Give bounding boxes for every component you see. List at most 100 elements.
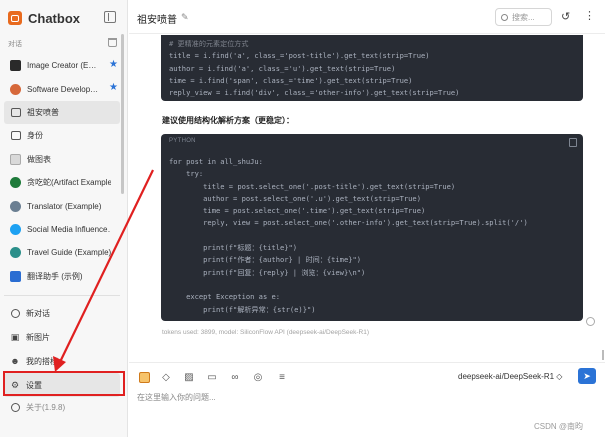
code-line: try:	[169, 169, 204, 179]
message-input[interactable]: 在这里输入你的问题...	[137, 392, 216, 403]
code-language-label: PYTHON	[169, 138, 196, 144]
code-lines: for post in all_shuJu: try: title = post…	[169, 156, 528, 316]
link-icon[interactable]: ∞	[229, 371, 241, 383]
conversation-item-translation-assistant[interactable]: 翻译助手 (示例)	[4, 265, 120, 288]
scroll-to-bottom-icon[interactable]	[586, 317, 595, 326]
conversation-label: Image Creator (E…	[27, 61, 97, 71]
code-line: reply_view = i.find('div', class_='other…	[169, 88, 460, 98]
conversation-item-identity[interactable]: 身份	[4, 124, 120, 147]
image-attach-icon[interactable]	[138, 371, 150, 383]
star-icon[interactable]: ★	[109, 60, 118, 70]
conversation-item-software-developer[interactable]: Software Develop… ★	[4, 77, 120, 100]
chart-avatar	[10, 153, 21, 165]
copy-code-icon[interactable]	[569, 138, 577, 147]
plus-circle-icon	[10, 308, 20, 318]
send-button[interactable]: ➤	[578, 368, 596, 384]
chat-header: 祖安喷普 ✎ 搜索... ↺ ⋮	[129, 0, 605, 34]
edit-title-icon[interactable]: ✎	[181, 12, 189, 23]
code-line: title = i.find('a', class_='post-title')…	[169, 51, 430, 61]
collapse-sidebar-icon[interactable]	[104, 11, 116, 23]
conversation-item-chart[interactable]: 做图表	[4, 148, 120, 171]
code-line: except Exception as e:	[169, 292, 281, 302]
snake-avatar	[10, 177, 21, 189]
main-scrollbar[interactable]	[602, 350, 604, 360]
conversation-label: Social Media Influence…	[27, 224, 111, 234]
sidebar-divider	[4, 295, 120, 296]
menu-label: 新对话	[26, 308, 50, 318]
conversation-item-snake[interactable]: 贪吃蛇(Artifact Example)	[4, 171, 120, 194]
new-chat-button[interactable]: 新对话	[4, 301, 120, 325]
search-placeholder: 搜索...	[512, 12, 535, 22]
about-label: 关于(1.9.8)	[26, 403, 66, 412]
conversation-label: 贪吃蛇(Artifact Example)	[27, 178, 111, 188]
conversation-list: Image Creator (E… ★ Software Develop… ★ …	[4, 54, 120, 288]
annotation-highlight-box	[3, 371, 125, 396]
conversation-label: 身份	[27, 131, 43, 141]
conversation-item-travel-guide[interactable]: Travel Guide (Example)	[4, 241, 120, 264]
code-line: author = post.select_one('.u').get_text(…	[169, 193, 421, 203]
conversation-label: Translator (Example)	[27, 201, 102, 211]
conversation-item-social-media[interactable]: Social Media Influence…	[4, 218, 120, 241]
clear-conversations-icon[interactable]	[108, 38, 117, 47]
code-line: for post in all_shuJu:	[169, 157, 263, 166]
code-line: # 更精准的元素定位方式	[169, 39, 249, 48]
settings-sliders-icon[interactable]: ≡	[276, 371, 288, 383]
model-selector[interactable]: deepseek-ai/DeepSeek-R1 ◇	[458, 372, 562, 381]
robot-icon: ☻	[10, 356, 20, 366]
folder-icon[interactable]: ▭	[206, 371, 218, 383]
conversation-label: 翻译助手 (示例)	[27, 271, 83, 281]
conversation-item-zuan[interactable]: 祖安喷普	[4, 100, 120, 125]
tokens-info: tokens used: 3899, model: SiliconFlow AP…	[162, 329, 370, 336]
chatbox-logo-icon	[8, 11, 22, 25]
code-line: time = post.select_one('.time').get_text…	[169, 206, 426, 216]
menu-label: 我的搭档	[26, 356, 58, 366]
chat-bubble-icon	[10, 131, 21, 141]
image-icon: ▣	[10, 331, 20, 342]
code-line: print(f"标题：{title}")	[169, 243, 298, 253]
chat-bubble-icon	[10, 107, 21, 117]
image-creator-avatar	[10, 60, 21, 72]
info-icon	[10, 403, 20, 413]
code-line: reply, view = post.select_one('.other-in…	[169, 218, 528, 228]
about-button[interactable]: 关于(1.9.8)	[10, 402, 65, 413]
conversation-label: 祖安喷普	[27, 107, 59, 117]
brand: Chatbox	[8, 8, 120, 28]
menu-label: 新图片	[26, 332, 50, 342]
my-copilots-button[interactable]: ☻ 我的搭档	[4, 349, 120, 373]
conversation-item-translator[interactable]: Translator (Example)	[4, 194, 120, 217]
code-line: print(f"回复：{reply} | 浏览：{view}\n")	[169, 267, 366, 277]
software-developer-avatar	[10, 83, 21, 95]
code-line: time = i.find('span', class_='time').get…	[169, 75, 413, 85]
search-icon	[501, 13, 508, 21]
code-line: print(f"解析异常：{str(e)}")	[169, 304, 316, 314]
code-line: author = i.find('a', class_='u').get_tex…	[169, 63, 396, 73]
watermark: CSDN @南昀	[534, 422, 584, 431]
new-image-button[interactable]: ▣ 新图片	[4, 325, 120, 349]
travel-avatar	[10, 247, 21, 259]
sidebar-scrollbar[interactable]	[121, 34, 124, 194]
code-lines: # 更精准的元素定位方式 title = i.find('a', class_=…	[169, 38, 459, 99]
globe-icon[interactable]: ◎	[252, 371, 264, 383]
translator-avatar	[10, 200, 21, 212]
app-name: Chatbox	[28, 10, 80, 26]
twitter-avatar	[10, 223, 21, 235]
send-icon: ➤	[583, 370, 591, 381]
suggestion-heading: 建议使用结构化解析方案（更稳定）：	[162, 116, 294, 125]
more-options-icon[interactable]: ⋮	[584, 9, 595, 22]
code-block-python: PYTHON for post in all_shuJu: try: title…	[161, 134, 583, 321]
conversation-label: Travel Guide (Example)	[27, 248, 111, 258]
conversation-label: Software Develop…	[27, 84, 99, 94]
conversations-section-label: 对话	[8, 41, 22, 48]
code-line: title = post.select_one('.post-title').g…	[169, 181, 456, 191]
eraser-icon[interactable]: ◇	[160, 371, 172, 383]
code-block-partial: # 更精准的元素定位方式 title = i.find('a', class_=…	[161, 35, 583, 101]
conversation-item-image-creator[interactable]: Image Creator (E… ★	[4, 54, 120, 77]
star-icon[interactable]: ★	[109, 83, 118, 93]
history-icon[interactable]: ↺	[561, 10, 570, 23]
picture-icon[interactable]: ▨	[183, 371, 195, 383]
code-line: print(f"作者：{author} | 时间：{time}")	[169, 255, 362, 265]
chat-title: 祖安喷普	[137, 15, 177, 26]
search-input[interactable]: 搜索...	[495, 8, 552, 26]
